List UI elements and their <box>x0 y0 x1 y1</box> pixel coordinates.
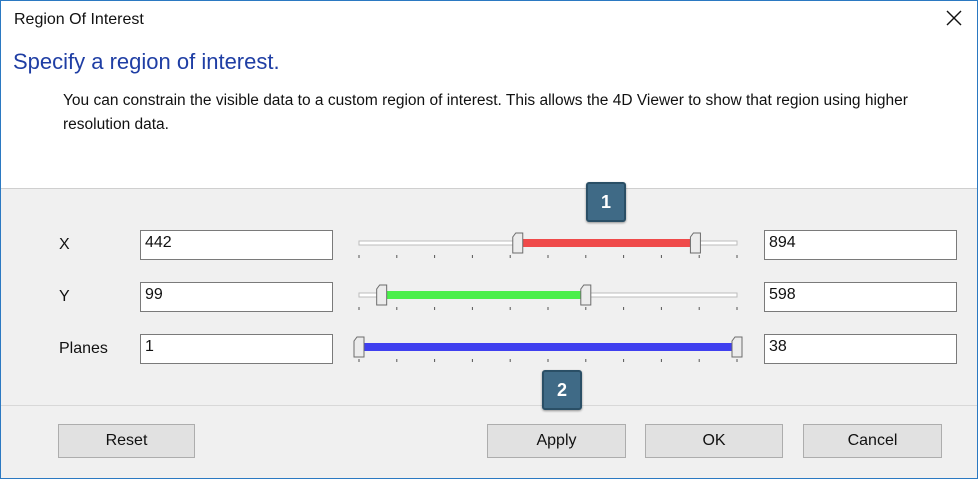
slider-high-handle[interactable] <box>689 232 701 254</box>
reset-button[interactable]: Reset <box>58 424 195 458</box>
y-min-field[interactable]: 99 <box>140 282 333 312</box>
planes-range-slider[interactable] <box>341 331 751 371</box>
x-max-field[interactable]: 894 <box>764 230 957 260</box>
slider-low-handle[interactable] <box>353 336 365 358</box>
y-max-field[interactable]: 598 <box>764 282 957 312</box>
slider-low-handle[interactable] <box>512 232 524 254</box>
window-title: Region Of Interest <box>14 11 144 28</box>
slider-low-handle[interactable] <box>376 284 388 306</box>
x-range-slider[interactable] <box>341 227 751 267</box>
close-button[interactable] <box>931 1 977 35</box>
region-of-interest-dialog: Region Of Interest Specify a region of i… <box>0 0 978 479</box>
slider-range-fill <box>517 239 696 247</box>
apply-button[interactable]: Apply <box>487 424 626 458</box>
x-label: X <box>59 236 70 253</box>
slider-high-handle[interactable] <box>580 284 592 306</box>
ok-button[interactable]: OK <box>645 424 783 458</box>
callout-badge-1: 1 <box>586 182 626 222</box>
slider-high-handle[interactable] <box>731 336 743 358</box>
header-title: Specify a region of interest. <box>13 49 280 74</box>
planes-max-field[interactable]: 38 <box>764 334 957 364</box>
planes-label: Planes <box>59 340 108 357</box>
slider-range-fill <box>359 343 737 351</box>
planes-min-field[interactable]: 1 <box>140 334 333 364</box>
slider-range-fill <box>381 291 586 299</box>
header-description: You can constrain the visible data to a … <box>63 92 908 133</box>
cancel-button[interactable]: Cancel <box>803 424 942 458</box>
x-min-field[interactable]: 442 <box>140 230 333 260</box>
close-icon <box>946 10 962 26</box>
callout-badge-2: 2 <box>542 370 582 410</box>
y-label: Y <box>59 288 70 305</box>
y-range-slider[interactable] <box>341 279 751 319</box>
title-bar: Region Of Interest <box>1 1 977 35</box>
